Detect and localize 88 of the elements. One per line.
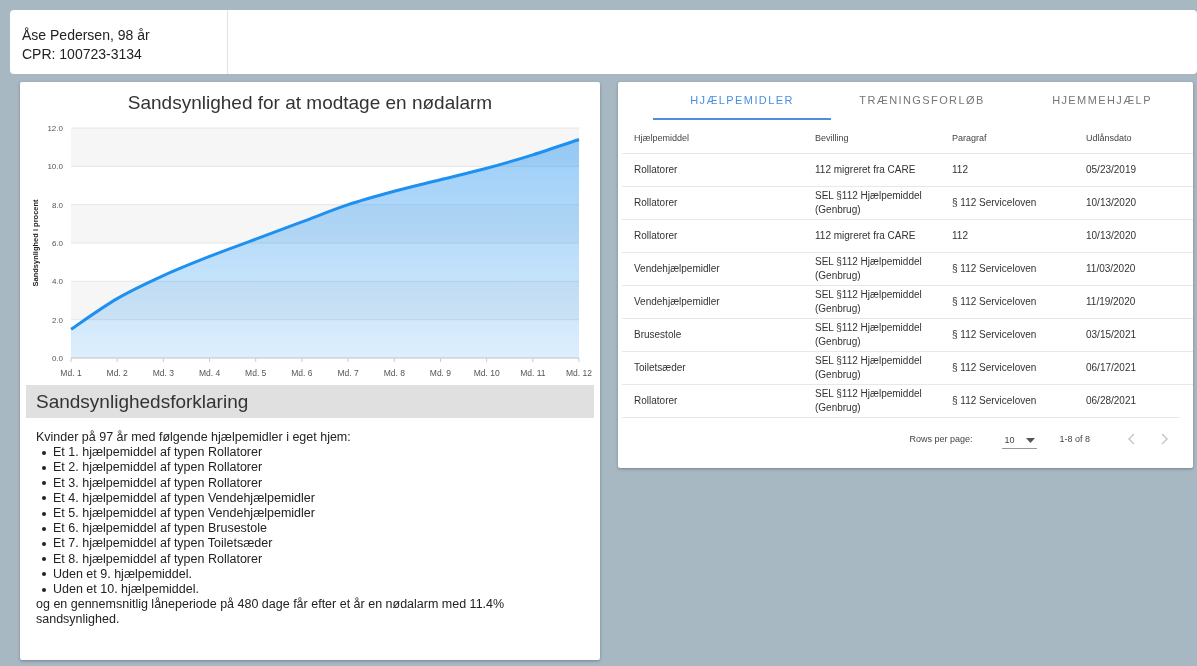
bullet-icon (42, 542, 46, 546)
section-heading: Sandsynlighedsforklaring (36, 390, 249, 413)
bullet-icon (42, 511, 46, 516)
y-tick-label: 6.0 (51, 239, 63, 248)
dropdown-caret-icon (1026, 437, 1036, 443)
table-cell: Vendehjælpemidler (622, 285, 815, 319)
x-tick-label: Md. 5 (245, 368, 267, 377)
chart-title: Sandsynlighed for at modtage en nødalarm (126, 91, 494, 115)
tab[interactable]: HJÆLPEMIDLER (653, 82, 831, 120)
bullet-icon (42, 557, 46, 562)
explanation-item: Et 4. hjælpemiddel af typen Vendehjælpemidler (53, 490, 315, 506)
table-cell: SEL §112 Hjælpemiddel (Genbrug) (815, 186, 952, 220)
bullet-icon (42, 481, 46, 486)
x-tick-label: Md. 6 (291, 368, 313, 377)
table-cell: SEL §112 Hjælpemiddel (Genbrug) (815, 318, 952, 352)
table-cell: § 112 Serviceloven (952, 318, 1086, 352)
x-tick-label: Md. 12 (566, 368, 592, 377)
y-tick-label: 12.0 (47, 124, 63, 133)
explanation-item: Et 1. hjælpemiddel af typen Rollatorer (53, 445, 263, 461)
table-cell: SEL §112 Hjælpemiddel (Genbrug) (815, 351, 952, 385)
table-cell: Rollatorer (622, 219, 815, 253)
table-cell: § 112 Serviceloven (952, 384, 1086, 417)
table-cell: § 112 Serviceloven (952, 351, 1086, 385)
table-cell: 06/28/2021 (1086, 384, 1193, 417)
explanation-item: Uden et 10. hjælpemiddel. (53, 582, 199, 597)
patient-cpr: CPR: 100723-3134 (22, 45, 143, 64)
bullet-icon (42, 526, 46, 531)
y-tick-label: 4.0 (51, 277, 63, 287)
table-cell: Vendehjælpemidler (622, 252, 815, 286)
y-tick-label: 2.0 (51, 315, 63, 325)
table-cell: Toiletsæder (622, 351, 815, 385)
table-cell: Rollatorer (622, 384, 815, 417)
column-header[interactable]: Hjælpemiddel (622, 122, 815, 154)
explanation-item: Et 3. hjælpemiddel af typen Rollatorer (53, 475, 263, 491)
x-tick-label: Md. 8 (383, 368, 405, 377)
table-cell: 112 migreret fra CARE (815, 153, 952, 187)
column-header[interactable]: Bevilling (815, 122, 952, 154)
explanation-item: Et 7. hjælpemiddel af typen Toiletsæder (53, 536, 273, 552)
table-cell: Brusestole (622, 318, 815, 352)
table-cell: 05/23/2019 (1086, 153, 1193, 187)
x-tick-label: Md. 11 (520, 368, 546, 377)
table-cell: 11/03/2020 (1086, 252, 1193, 286)
bullet-icon (42, 572, 46, 577)
rows-per-page-select[interactable]: 10 (1002, 435, 1038, 449)
y-tick-label: 0.0 (51, 354, 63, 363)
table-cell: SEL §112 Hjælpemiddel (Genbrug) (815, 285, 952, 319)
table-cell: § 112 Serviceloven (952, 252, 1086, 286)
bullet-icon (42, 496, 46, 501)
explanation-item: Et 2. hjælpemiddel af typen Rollatorer (53, 460, 263, 476)
table-cell: Rollatorer (622, 153, 815, 187)
y-tick-label: 8.0 (51, 200, 63, 210)
explanation-conclusion: og en gennemsnitlig låneperiode på 480 dage får efter et år en nødalarm med 11.4% sandsynlighed. (36, 597, 506, 628)
table-cell: § 112 Serviceloven (952, 285, 1086, 319)
x-tick-label: Md. 4 (198, 368, 221, 377)
rows-per-page-label: Rows per page: (909, 434, 973, 444)
table-cell: SEL §112 Hjælpemiddel (Genbrug) (815, 384, 952, 417)
explanation-item: Uden et 9. hjælpemiddel. (53, 566, 192, 583)
x-tick-label: Md. 1 (60, 368, 82, 377)
x-tick-label: Md. 9 (429, 368, 452, 377)
page-range: 1-8 of 8 (1059, 434, 1090, 444)
bullet-icon (42, 466, 46, 470)
table-cell: § 112 Serviceloven (952, 186, 1086, 220)
column-header[interactable]: Paragraf (952, 122, 1086, 154)
y-tick-label: 10.0 (47, 162, 63, 172)
x-tick-label: Md. 3 (152, 368, 174, 377)
table-cell: 10/13/2020 (1086, 219, 1193, 253)
tab[interactable]: TRÆNINGSFORLØB (833, 82, 1011, 120)
explanation-item: Et 5. hjælpemiddel af typen Vendehjælpemidler (53, 506, 315, 522)
bullet-icon (42, 587, 46, 592)
table-cell: 10/13/2020 (1086, 186, 1193, 220)
table-cell: 112 (952, 219, 1086, 253)
x-tick-label: Md. 2 (106, 368, 128, 377)
table-cell: SEL §112 Hjælpemiddel (Genbrug) (815, 252, 952, 286)
tab[interactable]: HJEMMEHJÆLP (1013, 82, 1191, 120)
patient-name: Åse Pedersen, 98 år (22, 26, 151, 45)
table-cell: 112 migreret fra CARE (815, 219, 952, 253)
table-cell: 112 (952, 153, 1086, 187)
table-cell: 03/15/2021 (1086, 318, 1193, 352)
bullet-icon (42, 450, 46, 455)
x-tick-label: Md. 7 (337, 368, 359, 377)
table-cell: Rollatorer (622, 186, 815, 220)
x-tick-label: Md. 10 (473, 368, 500, 377)
table-cell: 11/19/2020 (1086, 285, 1193, 319)
explanation-intro: Kvinder på 97 år med følgende hjælpemidler i eget hjem: (36, 430, 352, 446)
explanation-item: Et 6. hjælpemiddel af typen Brusestole (53, 521, 267, 537)
explanation-item: Et 8. hjælpemiddel af typen Rollatorer (53, 551, 263, 567)
table-cell: 06/17/2021 (1086, 351, 1193, 385)
column-header[interactable]: Udlånsdato (1086, 122, 1193, 154)
